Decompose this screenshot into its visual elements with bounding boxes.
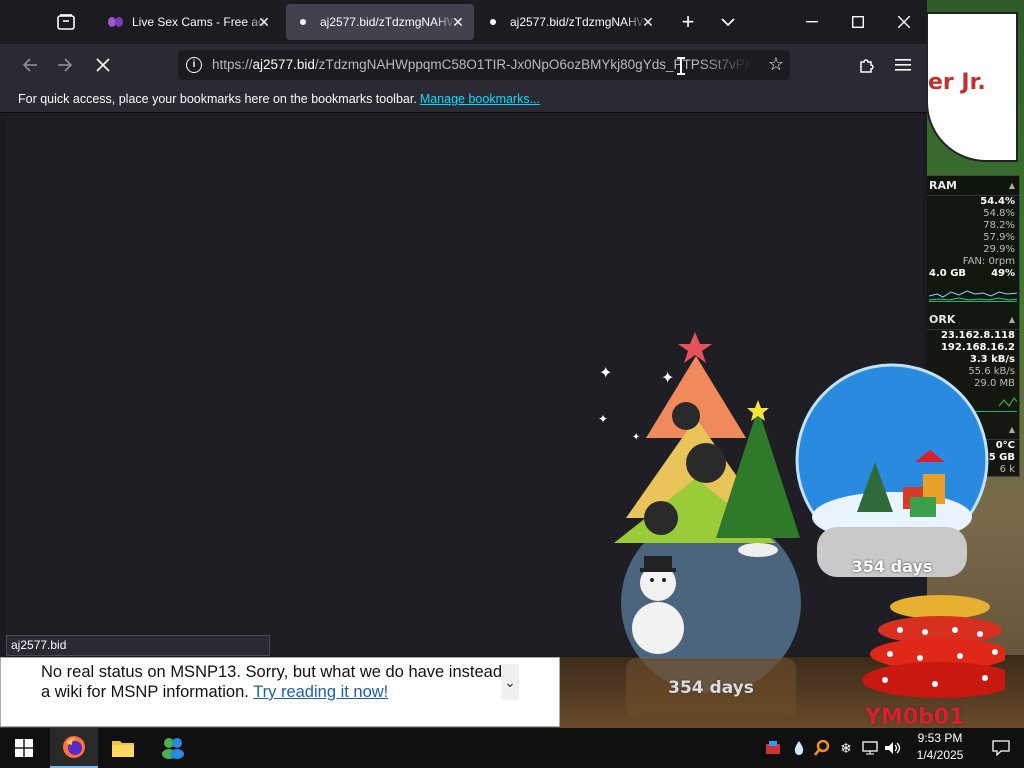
scroll-down-icon[interactable]: ⌄ (501, 664, 519, 700)
url-scheme: https:// (212, 57, 253, 72)
back-button[interactable] (14, 49, 46, 81)
msnp-notification: No real status on MSNP13. Sorry, but wha… (0, 657, 560, 727)
tab-third[interactable]: aj2577.bid/zTdzmgNAHW ✕ (476, 4, 664, 40)
ram-value: 54.8% (983, 208, 1015, 219)
tab-active[interactable]: aj2577.bid/zTdzmgNAHW ✕ (286, 4, 474, 40)
maximize-button[interactable] (835, 0, 881, 44)
svg-text:✦: ✦ (598, 412, 608, 426)
memory-graph (929, 282, 1017, 302)
fan-speed: FAN: 0rpm (962, 256, 1015, 267)
collapse-icon[interactable]: ▲ (1009, 420, 1015, 439)
msnp-wiki-link[interactable]: Try reading it now! (253, 683, 388, 701)
close-tab-icon[interactable]: ✕ (450, 14, 466, 30)
bookmarks-toolbar: For quick access, place your bookmarks h… (0, 86, 927, 113)
messenger-icon[interactable] (149, 728, 197, 768)
close-tab-icon[interactable]: ✕ (256, 14, 272, 30)
tab-bar: Live Sex Cams - Free adult ✕ aj2577.bid/… (0, 0, 927, 44)
tab-label: aj2577.bid/zTdzmgNAHW (510, 15, 646, 29)
close-window-button[interactable] (881, 0, 927, 44)
address-bar[interactable]: i https://aj2577.bid/zTdzmgNAHWppqmC58O1… (178, 50, 790, 80)
bookmarks-message: For quick access, place your bookmarks h… (18, 92, 417, 106)
memory-total: 4.0 GB (929, 268, 967, 279)
manage-bookmarks-link[interactable]: Manage bookmarks... (420, 92, 540, 106)
ram-header-label: RAM (929, 179, 957, 192)
clock-time: 9:53 PM (917, 731, 963, 745)
tray-app-icon[interactable] (765, 739, 783, 757)
text-cursor-icon (677, 57, 685, 75)
tab-label: aj2577.bid/zTdzmgNAHW (320, 15, 456, 29)
christmas-tree-gadget: ✦ ✦ ✦ ✦ 354 days (596, 328, 806, 728)
speech-bubble-text: er Jr. (928, 70, 986, 95)
collapse-icon[interactable]: ▲ (1009, 310, 1015, 329)
file-explorer-icon[interactable] (99, 728, 147, 768)
dot-icon (490, 19, 496, 25)
volume-icon[interactable] (884, 739, 902, 757)
ram-header: RAM ▲ (927, 176, 1019, 196)
ram-value: 29.9% (983, 244, 1015, 255)
svg-text:✦: ✦ (632, 432, 640, 443)
signature-text: YM0b01 (864, 705, 965, 730)
search-tray-icon[interactable] (813, 739, 831, 757)
droplet-icon[interactable] (790, 739, 808, 757)
purple-drops-icon (108, 15, 124, 29)
ram-value: 78.2% (983, 220, 1015, 231)
navigation-toolbar: i https://aj2577.bid/zTdzmgNAHWppqmC58O1… (0, 44, 927, 86)
taskbar: ❄ 9:53 PM 1/4/2025 (0, 728, 1024, 768)
tab-label: Live Sex Cams - Free adult (132, 15, 268, 29)
snow-globe-gadget: 354 days YM0b01 (795, 362, 1018, 732)
minimize-button[interactable] (789, 0, 835, 44)
local-ip: 192.168.16.2 (940, 342, 1015, 353)
public-ip: 23.162.8.118 (940, 330, 1015, 341)
memory-percent: 49% (991, 268, 1015, 279)
network-header: ORK ▲ (927, 310, 1019, 330)
svg-text:✦: ✦ (599, 365, 612, 382)
url-host: aj2577.bid (252, 57, 315, 72)
url-text[interactable]: https://aj2577.bid/zTdzmgNAHWppqmC58O1TI… (212, 50, 752, 80)
ram-value: 54.4% (980, 196, 1015, 207)
memory-footer: 4.0 GB 49% (927, 268, 1019, 280)
network-icon[interactable] (861, 739, 879, 757)
firefox-taskbar-icon[interactable] (50, 728, 98, 768)
system-clock[interactable]: 9:53 PM 1/4/2025 (905, 730, 975, 764)
clock-date: 1/4/2025 (916, 748, 964, 762)
globe-days-label: 354 days (668, 678, 754, 698)
snowflake-icon[interactable]: ❄ (837, 739, 855, 757)
tab-live-cams[interactable]: Live Sex Cams - Free adult ✕ (94, 4, 280, 40)
url-path: /zTdzmgNAHWppqmC58O1TIR-Jx0NpO6ozBMYkj80… (314, 57, 752, 72)
close-tab-icon[interactable]: ✕ (640, 14, 656, 30)
site-info-icon[interactable]: i (186, 57, 202, 73)
menu-icon[interactable] (887, 49, 919, 81)
forward-button[interactable] (49, 49, 81, 81)
network-header-label: ORK (929, 313, 956, 326)
collapse-icon[interactable]: ▲ (1009, 176, 1015, 195)
dot-icon (300, 19, 306, 25)
globe-days-label: 354 days (852, 557, 933, 576)
extensions-icon[interactable] (851, 49, 883, 81)
svg-text:✦: ✦ (661, 370, 674, 387)
ram-value: 57.9% (983, 232, 1015, 243)
bookmark-star-icon[interactable]: ☆ (768, 54, 784, 75)
firefox-view-icon[interactable] (49, 5, 83, 39)
list-tabs-icon[interactable] (711, 5, 745, 39)
new-tab-icon[interactable]: + (671, 5, 705, 39)
status-panel: aj2577.bid (6, 635, 270, 656)
notification-center-icon[interactable] (978, 728, 1024, 768)
stop-loading-button[interactable] (87, 49, 119, 81)
start-button[interactable] (0, 728, 48, 768)
